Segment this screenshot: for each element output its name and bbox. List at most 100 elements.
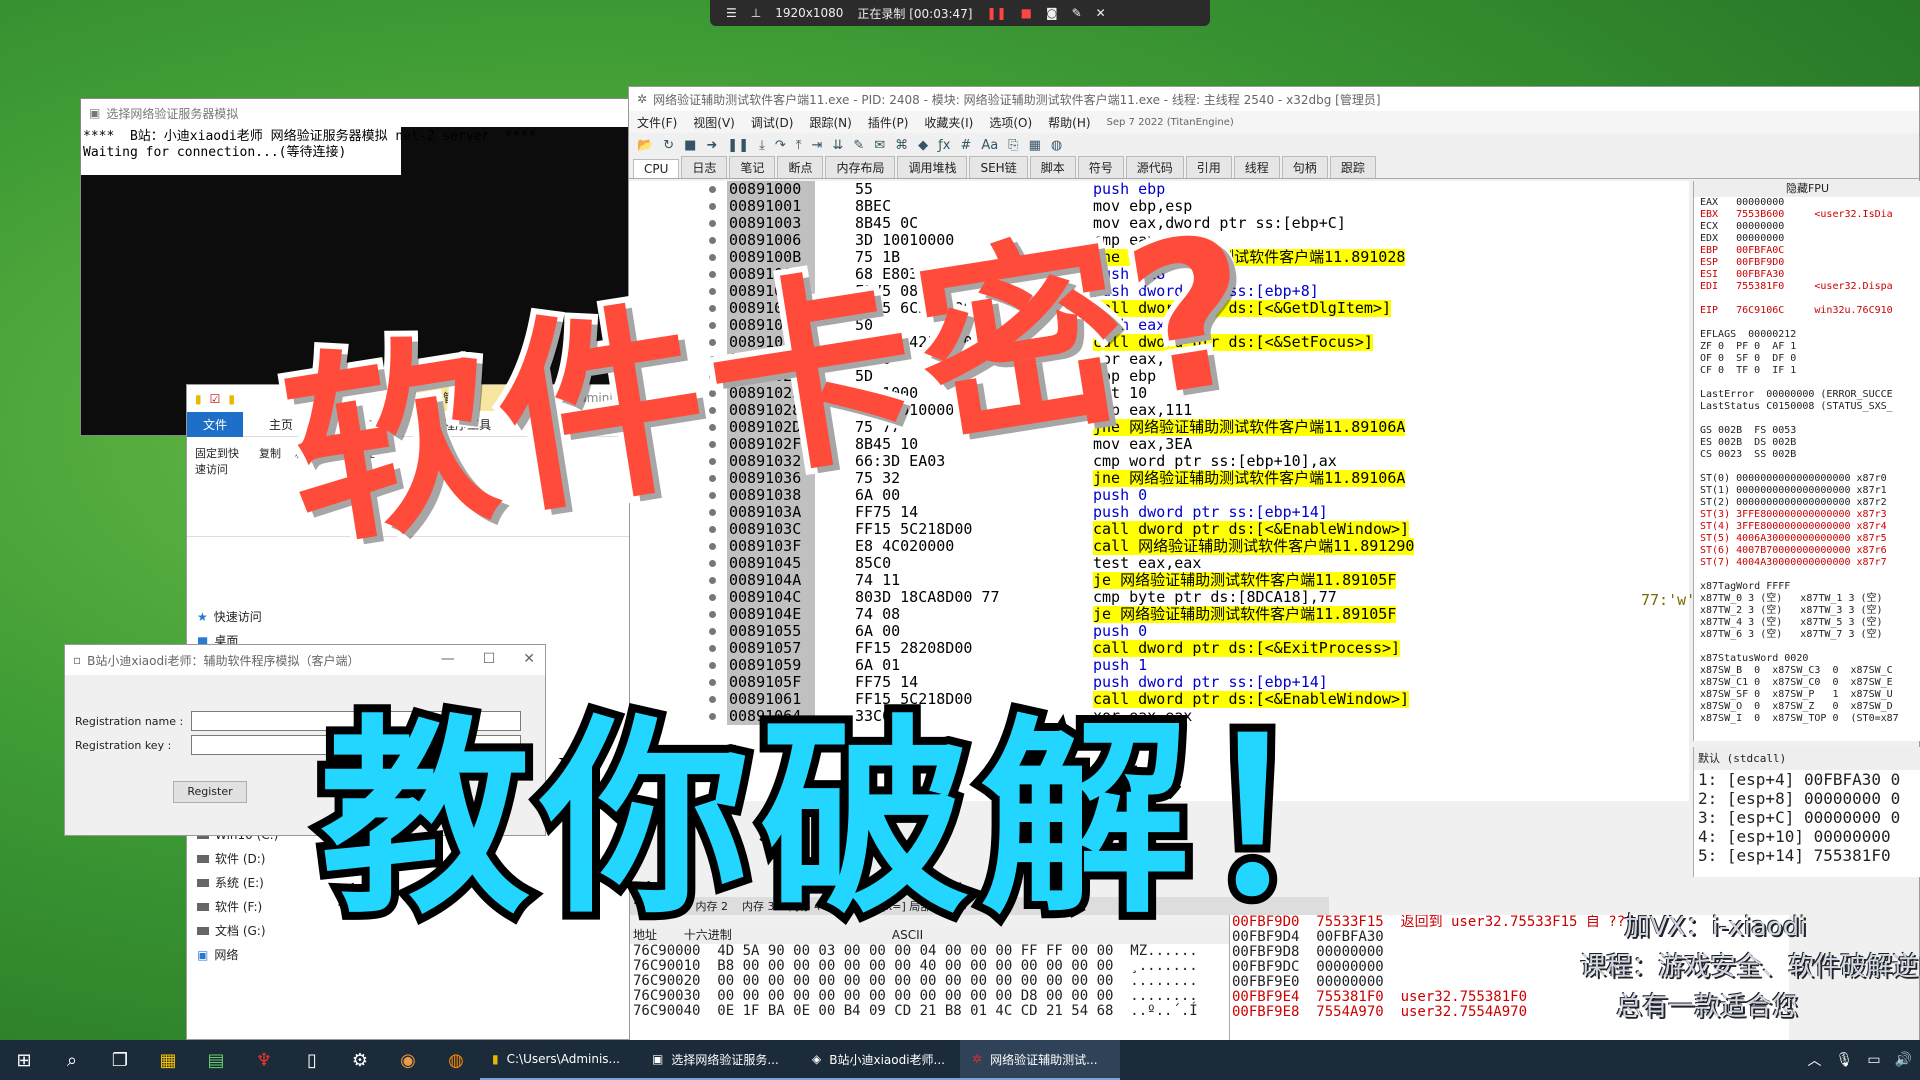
breakpoint-dot[interactable] (709, 679, 716, 686)
bookmark-icon[interactable]: ◆ (918, 138, 928, 153)
register-line[interactable]: x87TW_0 3 (空) x87TW_1 3 (空) (1694, 593, 1920, 605)
tab-symbols[interactable]: 符号 (1077, 156, 1124, 178)
argument-line[interactable]: 3: [esp+C] 00000000 0 (1694, 808, 1920, 827)
disasm-row[interactable]: 0089104E 74 08 je 网络验证辅助测试软件客户端11.89105F (629, 606, 1689, 623)
microphone-icon[interactable]: 🎙 (1836, 1052, 1854, 1068)
dump-row[interactable]: 76C90030 00 00 00 00 00 00 00 00 00 00 0… (629, 989, 1229, 1004)
tab-breakpoints[interactable]: 断点 (777, 156, 824, 178)
disasm-row[interactable]: 0089103A FF75 14 push dword ptr ss:[ebp+14… (629, 504, 1689, 521)
app-red-icon[interactable]: ♆ (240, 1040, 288, 1080)
register-line[interactable]: EFLAGS 00000212 (1694, 329, 1920, 341)
nav-drive-f[interactable]: 软件 (F:) (197, 895, 337, 919)
argument-line[interactable]: 5: [esp+14] 755381F0 (1694, 846, 1920, 865)
tab-references[interactable]: 引用 (1185, 156, 1232, 178)
memory-dump[interactable]: 地址 十六进制 ASCII 76C90000 4D 5A 90 00 03 00… (629, 927, 1229, 1047)
register-line[interactable]: x87SW_O 0 x87SW_Z 0 x87SW_D (1694, 701, 1920, 713)
chrome-icon[interactable]: ◉ (384, 1040, 432, 1080)
breakpoint-dot[interactable] (709, 526, 716, 533)
nav-network[interactable]: ▣ 网络 (197, 943, 337, 967)
argument-line[interactable]: 4: [esp+10] 00000000 (1694, 827, 1920, 846)
breakpoint-dot[interactable] (709, 543, 716, 550)
register-line[interactable]: x87SW_B 0 x87SW_C3 0 x87SW_C (1694, 665, 1920, 677)
register-line[interactable]: ST(7) 4004A30000000000000 x87r7 (1694, 557, 1920, 569)
register-line[interactable]: EAX 00000000 (1694, 197, 1920, 209)
nav-quick-access[interactable]: ★ 快速访问 (197, 605, 337, 629)
notepad-icon[interactable]: ▤ (192, 1040, 240, 1080)
disasm-row[interactable]: 00891055 6A 00 push 0 (629, 623, 1689, 640)
register-line[interactable]: x87SW_C1 0 x87SW_C0 0 x87SW_E (1694, 677, 1920, 689)
pause-icon[interactable]: ❚❚ (986, 6, 1006, 20)
pen-icon[interactable]: ✎ (1072, 6, 1082, 20)
register-line[interactable]: ST(6) 4007B70000000000000 x87r6 (1694, 545, 1920, 557)
breakpoint-dot[interactable] (709, 628, 716, 635)
checkbox-icon[interactable]: ☑ (210, 392, 221, 406)
menu-debug[interactable]: 调试(D) (751, 114, 794, 131)
register-line[interactable] (1694, 569, 1920, 581)
dump-row[interactable]: 76C90010 B8 00 00 00 00 00 00 00 40 00 0… (629, 959, 1229, 974)
arguments-panel[interactable]: 默认 (stdcall) 1: [esp+4] 00FBFA30 0 2: [es… (1693, 747, 1920, 877)
folder-icon[interactable]: ▮ (228, 392, 235, 406)
dump-row[interactable]: 76C90000 4D 5A 90 00 03 00 00 00 04 00 0… (629, 944, 1229, 959)
hash-icon[interactable]: # (960, 138, 971, 153)
tab-threads[interactable]: 线程 (1233, 156, 1280, 178)
nav-drive-e[interactable]: 系统 (E:) (197, 871, 337, 895)
menu-help[interactable]: 帮助(H) (1048, 114, 1090, 131)
register-line[interactable] (1694, 317, 1920, 329)
menu-view[interactable]: 视图(V) (693, 114, 735, 131)
register-line[interactable]: ST(0) 0000000000000000000 x87r0 (1694, 473, 1920, 485)
open-icon[interactable]: 📂 (637, 138, 653, 153)
strings-icon[interactable]: ⎘ (1008, 138, 1018, 153)
register-line[interactable]: ECX 00000000 (1694, 221, 1920, 233)
disasm-row[interactable]: 0089104C 803D 18CA8D00 77 cmp byte ptr ds:… (629, 589, 1689, 606)
register-line[interactable]: ESP 00FBF9D0 (1694, 257, 1920, 269)
disasm-row[interactable]: 00891000 55 push ebp (629, 181, 1689, 198)
tab-script[interactable]: 脚本 (1029, 156, 1076, 178)
register-line[interactable]: x87SW_SF 0 x87SW_P 1 x87SW_U (1694, 689, 1920, 701)
copy-button[interactable]: 复制 (259, 445, 281, 528)
minimize-icon[interactable]: — (441, 651, 455, 667)
taskbar-app-console[interactable]: ▣ 选择网络验证服务... (640, 1040, 800, 1080)
register-line[interactable]: ST(3) 3FFE800000000000000 x87r3 (1694, 509, 1920, 521)
register-line[interactable]: CS 0023 SS 002B (1694, 449, 1920, 461)
chevron-up-icon[interactable]: ︿ (1808, 1050, 1822, 1070)
register-line[interactable] (1694, 293, 1920, 305)
pause-icon[interactable]: ❚❚ (727, 138, 749, 153)
menu-favourites[interactable]: 收藏夹(I) (924, 114, 973, 131)
register-line[interactable]: EIP 76C9106C win32u.76C910 (1694, 305, 1920, 317)
register-line[interactable]: EDX 00000000 (1694, 233, 1920, 245)
step-over-icon[interactable]: ↷ (775, 138, 786, 153)
register-button[interactable]: Register (173, 781, 247, 803)
menu-trace[interactable]: 跟踪(N) (809, 114, 851, 131)
taskbar-app-debugger[interactable]: ✲ 网络验证辅助测试... (960, 1040, 1120, 1080)
taskbar-app-client[interactable]: ◈ B站小迪xiaodi老师... (800, 1040, 960, 1080)
tab-source[interactable]: 源代码 (1125, 156, 1184, 178)
task-view-icon[interactable]: ❐ (96, 1040, 144, 1080)
nav-drive-g[interactable]: 文档 (G:) (197, 919, 337, 943)
breakpoint-dot[interactable] (709, 254, 716, 261)
calculator-icon[interactable]: ▦ (1029, 138, 1041, 153)
tab-memory-map[interactable]: 内存布局 (825, 156, 896, 178)
restart-icon[interactable]: ↻ (663, 138, 674, 153)
register-line[interactable]: EBP 00FBFA0C (1694, 245, 1920, 257)
register-line[interactable]: EBX 7553B600 <user32.IsDia (1694, 209, 1920, 221)
document-icon[interactable]: ▯ (288, 1040, 336, 1080)
tab-file[interactable]: 文件 (187, 412, 244, 437)
step-into-icon[interactable]: ⤓ (759, 138, 765, 153)
trace-icon[interactable]: ⇊ (832, 138, 843, 153)
breakpoint-dot[interactable] (709, 577, 716, 584)
register-line[interactable]: ZF 0 PF 0 AF 1 (1694, 341, 1920, 353)
tab-cpu[interactable]: CPU (633, 159, 680, 178)
register-line[interactable]: ES 002B DS 002B (1694, 437, 1920, 449)
menu-file[interactable]: 文件(F) (637, 114, 677, 131)
call-convention-select[interactable]: 默认 (stdcall) (1694, 747, 1920, 770)
run-to-user-icon[interactable]: ⇥ (812, 138, 823, 153)
windows-start-icon[interactable]: ⊞ (0, 1040, 48, 1080)
register-line[interactable]: x87TW_2 3 (空) x87TW_3 3 (空) (1694, 605, 1920, 617)
firefox-icon[interactable]: ◍ (432, 1040, 480, 1080)
register-line[interactable]: ST(5) 4006A30000000000000 x87r5 (1694, 533, 1920, 545)
tool-icon[interactable]: ⚙ (336, 1040, 384, 1080)
step-out-icon[interactable]: ⤒ (796, 138, 802, 153)
stop-icon[interactable]: ■ (684, 138, 696, 153)
register-line[interactable] (1694, 377, 1920, 389)
close-icon[interactable]: ✕ (523, 651, 535, 667)
